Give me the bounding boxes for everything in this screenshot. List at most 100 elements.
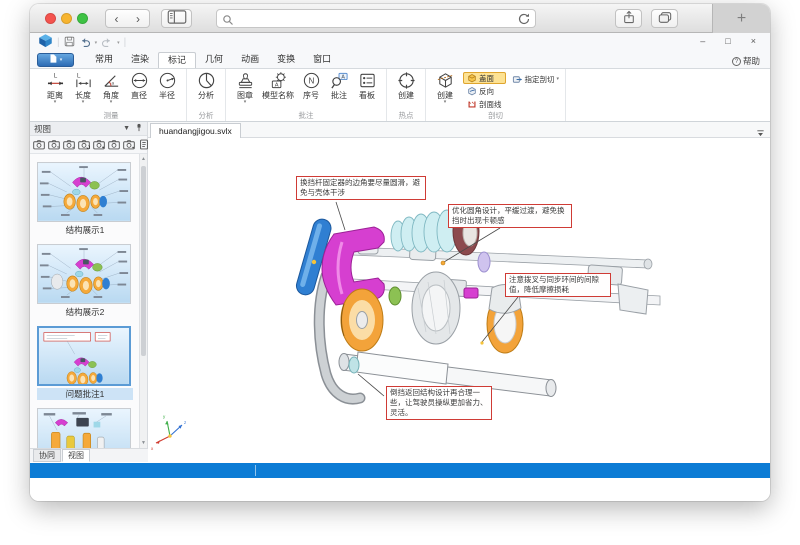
reload-icon[interactable] <box>517 12 531 31</box>
window-footer <box>30 478 770 501</box>
separator: | <box>57 37 60 48</box>
redo-icon[interactable] <box>101 34 113 52</box>
update-view-camera-icon[interactable] <box>47 139 61 150</box>
view-thumbnail[interactable]: 结构展示1 <box>37 162 133 236</box>
view-thumbnail[interactable]: 问题批注1 <box>37 326 133 400</box>
edit-view-camera-icon[interactable] <box>92 139 106 150</box>
ribbon-tab[interactable]: 标记 <box>158 52 196 68</box>
dropdown-caret-icon: ▾ <box>244 100 247 105</box>
zoom-window-button[interactable] <box>77 13 88 24</box>
search-input[interactable] <box>237 11 507 26</box>
svg-text:A: A <box>274 82 278 88</box>
ribbon-group: 分析分析 <box>187 69 226 121</box>
ribbon-tab[interactable]: 渲染 <box>122 52 158 68</box>
annotation-callout[interactable]: 优化圆角设计，平缓过渡，避免换挡时出现卡顿感 <box>448 204 572 228</box>
viewport-3d[interactable]: x y z 换挡杆固定器的边角要尽量圆滑，避免与壳体干涉 优化圆角设计，平缓过渡… <box>148 138 770 462</box>
scrollbar[interactable]: ▲ ▼ <box>139 154 147 448</box>
document-tab-bar: huandangjigou.svlx <box>148 122 770 138</box>
scrollbar-thumb[interactable] <box>141 166 146 356</box>
replace-view-camera-icon[interactable] <box>62 139 76 150</box>
ribbon-button[interactable]: L长度▾ <box>70 71 96 105</box>
ribbon-button[interactable]: 分析 <box>193 71 219 100</box>
view-thumbnail[interactable]: 结构展示2 <box>37 244 133 318</box>
save-icon[interactable] <box>64 34 75 52</box>
scroll-down-icon[interactable]: ▼ <box>140 439 147 447</box>
ribbon-tab[interactable]: 常用 <box>86 52 122 68</box>
annotation-callout[interactable]: 注意拨叉与同步环间的间隙值，降低摩擦损耗 <box>505 273 611 297</box>
app-restore-button[interactable]: □ <box>725 36 730 46</box>
sidebar-tab[interactable]: 视图 <box>62 449 90 462</box>
ribbon-small-button[interactable]: 剖面线 <box>463 98 506 110</box>
minimize-window-button[interactable] <box>61 13 72 24</box>
ribbon-tab[interactable]: 窗口 <box>304 52 340 68</box>
app-close-button[interactable]: × <box>751 36 756 46</box>
help-icon: ? <box>732 57 741 66</box>
address-bar[interactable] <box>216 9 536 28</box>
forward-button[interactable]: › <box>127 9 150 28</box>
share-icon <box>623 10 635 27</box>
app-window-controls: – □ × <box>700 36 756 46</box>
ribbon-button-label: 半径 <box>159 91 175 100</box>
browser-toolbar: ‹ › + <box>30 4 770 33</box>
views-panel: 视图 ▼ 结构展示1结构展示2问题批注1 ▲ ▼ 协同视图 <box>30 122 148 462</box>
ribbon-button[interactable]: 半径 <box>154 71 180 100</box>
status-bar <box>30 463 770 478</box>
ribbon-button[interactable]: 创建 <box>393 71 419 100</box>
ribbon-small-label: 盖面 <box>479 73 494 84</box>
play-view-camera-icon[interactable] <box>122 139 136 150</box>
ribbon-button[interactable]: A批注 <box>326 71 352 100</box>
app-minimize-button[interactable]: – <box>700 36 705 46</box>
ribbon-button[interactable]: 图章▾ <box>232 71 258 105</box>
ribbon-button[interactable]: N序号 <box>298 71 324 100</box>
snapshot-camera-icon[interactable] <box>107 139 121 150</box>
pin-icon[interactable] <box>135 123 143 134</box>
ribbon-button[interactable]: A模型名称 <box>260 71 296 100</box>
tab-overview-button[interactable] <box>651 9 678 28</box>
scroll-up-icon[interactable]: ▲ <box>140 155 147 163</box>
share-button[interactable] <box>615 9 642 28</box>
document-tab[interactable]: huandangjigou.svlx <box>150 123 241 138</box>
view-thumbnail-list: 结构展示1 结构展示2 问题批注1 <box>30 154 140 448</box>
ribbon-button[interactable]: a角度▾ <box>98 71 124 105</box>
ribbon-tab[interactable]: 变换 <box>268 52 304 68</box>
sidebar-tab[interactable]: 协同 <box>33 449 61 462</box>
app-titlebar: | ▾ ▾ | – □ × <box>30 33 770 52</box>
back-button[interactable]: ‹ <box>105 9 128 28</box>
help-button[interactable]: ? 帮助 <box>732 55 760 67</box>
views-panel-header: 视图 ▼ <box>30 122 147 136</box>
close-window-button[interactable] <box>45 13 56 24</box>
tabs-icon <box>658 11 672 27</box>
axis-triad-icon: x y z <box>151 414 187 451</box>
views-panel-title: 视图 <box>34 123 51 135</box>
ribbon-button[interactable]: 直径 <box>126 71 152 100</box>
undo-icon[interactable] <box>79 34 91 52</box>
ribbon-button[interactable]: 指定剖切▾ <box>512 71 560 85</box>
svg-text:L: L <box>76 73 80 80</box>
ribbon-button[interactable]: 看板 <box>354 71 380 100</box>
redo-dropdown-caret-icon[interactable]: ▾ <box>117 40 120 46</box>
annotation-callout[interactable]: 倒挡返回结构设计再合理一些，让驾驶员操纵更加省力、灵活。 <box>386 386 492 420</box>
refresh-view-camera-icon[interactable] <box>77 139 91 150</box>
ribbon-button-label: 看板 <box>359 91 375 100</box>
ribbon-button[interactable]: L距离▾ <box>42 71 68 105</box>
specify-section-icon <box>512 74 523 85</box>
new-view-camera-icon[interactable] <box>32 139 46 150</box>
panel-dropdown-caret-icon[interactable]: ▼ <box>123 125 130 132</box>
ribbon-group-label: 分析 <box>193 110 219 121</box>
dropdown-caret-icon: ▾ <box>557 77 560 82</box>
ribbon-button[interactable]: 创建▾ <box>432 71 458 105</box>
undo-dropdown-caret-icon[interactable]: ▾ <box>95 40 98 46</box>
ribbon-group: 创建▾盖面反向剖面线指定剖切▾剖切 <box>426 69 566 121</box>
ribbon-tab[interactable]: 几何 <box>196 52 232 68</box>
view-thumbnail[interactable] <box>37 408 133 448</box>
model-name-icon: A <box>269 71 288 90</box>
annotation-callout[interactable]: 换挡杆固定器的边角要尽量圆滑，避免与壳体干涉 <box>296 176 426 200</box>
diameter-icon <box>130 71 149 90</box>
ribbon-small-button[interactable]: 盖面 <box>463 72 506 84</box>
application-menu-button[interactable]: ▾ <box>37 53 74 67</box>
ribbon-tab[interactable]: 动画 <box>232 52 268 68</box>
sidebar-toggle-button[interactable] <box>161 9 192 28</box>
new-tab-button[interactable]: + <box>712 4 770 33</box>
ribbon-small-button[interactable]: 反向 <box>463 85 506 97</box>
sidebar-icon <box>167 10 187 28</box>
